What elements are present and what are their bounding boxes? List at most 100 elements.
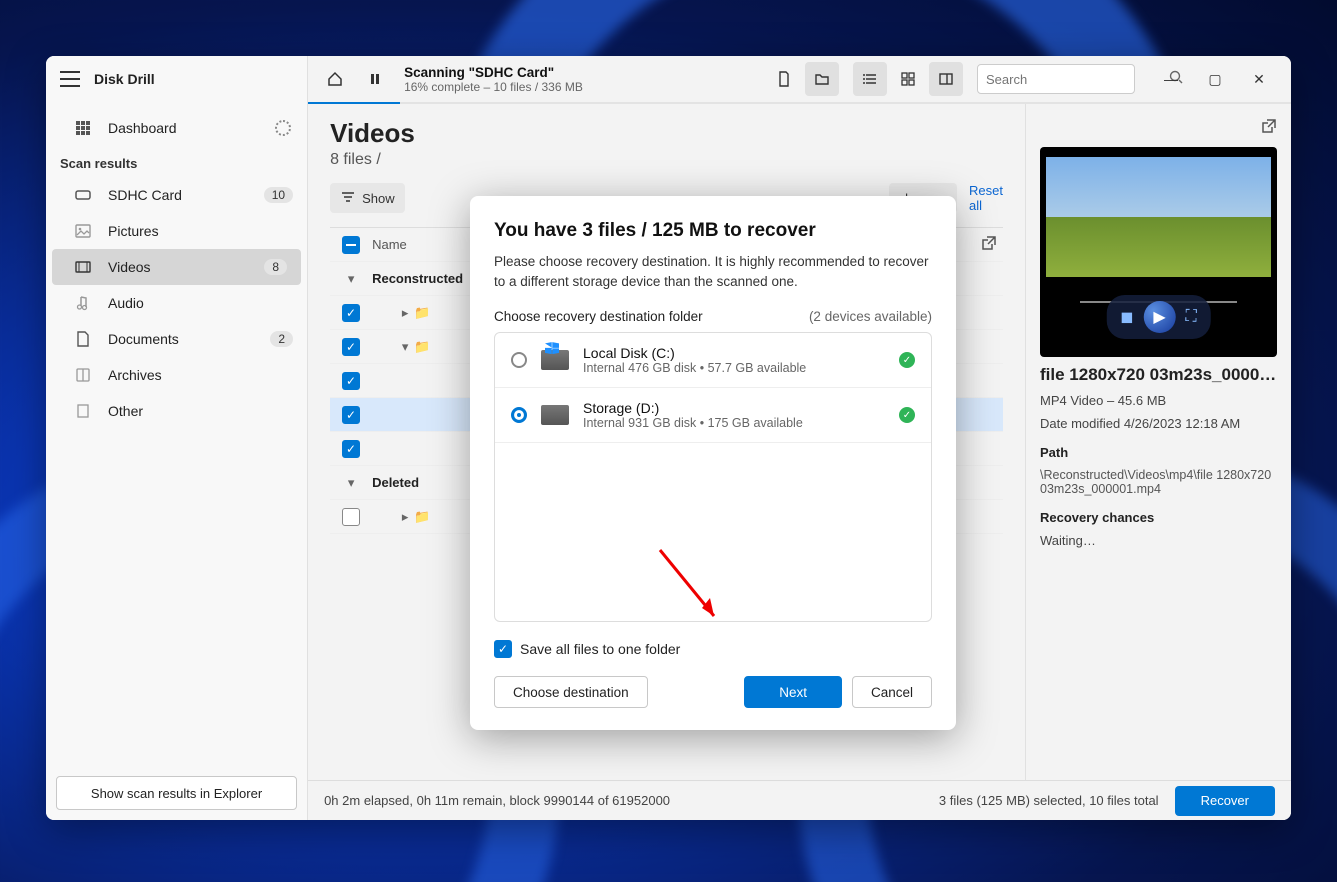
row-checkbox[interactable]: [342, 406, 360, 424]
sidebar-footer: Show scan results in Explorer: [46, 766, 307, 820]
minimize-button[interactable]: —: [1149, 62, 1193, 96]
popout-icon[interactable]: [1261, 118, 1277, 139]
row-checkbox[interactable]: [342, 372, 360, 390]
status-right: 3 files (125 MB) selected, 10 files tota…: [939, 793, 1159, 808]
sidebar-item-pictures[interactable]: Pictures: [46, 213, 307, 249]
open-external-icon[interactable]: [979, 235, 1003, 254]
row-checkbox[interactable]: [342, 440, 360, 458]
scan-status: Scanning "SDHC Card" 16% complete – 10 f…: [404, 65, 583, 94]
sidebar-item-videos[interactable]: Videos 8: [52, 249, 301, 285]
chances-value: Waiting…: [1040, 533, 1277, 548]
cancel-button[interactable]: Cancel: [852, 676, 932, 708]
chevron-down-icon[interactable]: ▾: [342, 271, 360, 287]
device-name: Local Disk (C:): [583, 345, 885, 361]
spinner-icon: [275, 120, 291, 136]
disk-icon: [541, 405, 569, 425]
app-title: Disk Drill: [94, 71, 155, 87]
next-button[interactable]: Next: [744, 676, 842, 708]
sidebar-group-label: Scan results: [46, 146, 307, 177]
count-badge: 8: [264, 259, 287, 275]
page-title: Videos: [330, 118, 1003, 149]
count-badge: 10: [264, 187, 293, 203]
picture-icon: [74, 222, 92, 240]
device-name: Storage (D:): [583, 400, 885, 416]
folder-icon: 📁: [414, 509, 430, 525]
sidebar-header: Disk Drill: [46, 56, 307, 102]
list-view-button[interactable]: [853, 62, 887, 96]
grid-icon: [74, 119, 92, 137]
chevron-right-icon[interactable]: ▸: [396, 305, 414, 321]
grid-view-button[interactable]: [891, 62, 925, 96]
app-window: Disk Drill Dashboard Scan results SDHC C…: [46, 56, 1291, 820]
choose-destination-button[interactable]: Choose destination: [494, 676, 648, 708]
scan-title: Scanning "SDHC Card": [404, 65, 583, 80]
sidebar-item-audio[interactable]: Audio: [46, 285, 307, 321]
scan-subtitle: 16% complete – 10 files / 336 MB: [404, 80, 583, 94]
audio-icon: [74, 294, 92, 312]
status-bar: 0h 2m elapsed, 0h 11m remain, block 9990…: [308, 780, 1291, 820]
show-filter-button[interactable]: Show: [330, 183, 405, 213]
choose-folder-label: Choose recovery destination folder: [494, 309, 703, 324]
radio-button[interactable]: [511, 352, 527, 368]
recovery-destination-modal: You have 3 files / 125 MB to recover Ple…: [470, 196, 956, 730]
home-button[interactable]: [318, 62, 352, 96]
file-view-button[interactable]: [767, 62, 801, 96]
sidebar-item-sdhc-card[interactable]: SDHC Card 10: [46, 177, 307, 213]
fullscreen-icon[interactable]: ⛶: [1186, 308, 1197, 326]
sidebar-item-archives[interactable]: Archives: [46, 357, 307, 393]
pause-button[interactable]: [358, 62, 392, 96]
preview-date: Date modified 4/26/2023 12:18 AM: [1040, 416, 1277, 431]
chevron-right-icon[interactable]: ▾: [396, 339, 414, 355]
save-all-label: Save all files to one folder: [520, 641, 680, 657]
device-list: Local Disk (C:) Internal 476 GB disk • 5…: [494, 332, 932, 622]
device-meta: Internal 931 GB disk • 175 GB available: [583, 416, 885, 430]
chevron-down-icon[interactable]: ▾: [342, 475, 360, 491]
sidebar-item-dashboard[interactable]: Dashboard: [46, 110, 307, 146]
recover-button[interactable]: Recover: [1175, 786, 1275, 816]
page-subtitle: 8 files /: [330, 151, 1003, 169]
device-row-storage-d[interactable]: Storage (D:) Internal 931 GB disk • 175 …: [495, 388, 931, 443]
sidebar-item-label: Other: [108, 403, 143, 419]
hamburger-icon[interactable]: [60, 69, 80, 89]
drive-icon: [74, 186, 92, 204]
device-row-local-c[interactable]: Local Disk (C:) Internal 476 GB disk • 5…: [495, 333, 931, 388]
reset-all-link[interactable]: Reset all: [969, 183, 1003, 213]
sidebar-item-label: Dashboard: [108, 120, 177, 136]
radio-button[interactable]: [511, 407, 527, 423]
stop-icon[interactable]: ◼: [1120, 307, 1133, 327]
preview-filename: file 1280x720 03m23s_0000…: [1040, 365, 1277, 385]
sidebar-item-label: Audio: [108, 295, 144, 311]
row-checkbox[interactable]: [342, 338, 360, 356]
save-all-checkbox[interactable]: [494, 640, 512, 658]
modal-description: Please choose recovery destination. It i…: [494, 252, 932, 291]
close-button[interactable]: ✕: [1237, 62, 1281, 96]
ok-badge-icon: ✓: [899, 407, 915, 423]
sidebar-item-other[interactable]: Other: [46, 393, 307, 429]
devices-available-label: (2 devices available): [809, 309, 932, 324]
search-input[interactable]: [986, 72, 1162, 87]
folder-icon: 📁: [414, 305, 430, 321]
sidebar-item-documents[interactable]: Documents 2: [46, 321, 307, 357]
preview-panel-button[interactable]: [929, 62, 963, 96]
sidebar-item-label: SDHC Card: [108, 187, 182, 203]
chances-label: Recovery chances: [1040, 510, 1277, 525]
video-icon: [74, 258, 92, 276]
topbar: Scanning "SDHC Card" 16% complete – 10 f…: [308, 56, 1291, 104]
row-checkbox[interactable]: [342, 304, 360, 322]
search-box[interactable]: [977, 64, 1135, 94]
chevron-right-icon[interactable]: ▸: [396, 509, 414, 525]
sidebar: Disk Drill Dashboard Scan results SDHC C…: [46, 56, 308, 820]
folder-view-button[interactable]: [805, 62, 839, 96]
maximize-button[interactable]: ▢: [1193, 62, 1237, 96]
document-icon: [74, 330, 92, 348]
video-preview[interactable]: ◼ ▶ ⛶: [1040, 147, 1277, 357]
preview-meta: MP4 Video – 45.6 MB: [1040, 393, 1277, 408]
modal-title: You have 3 files / 125 MB to recover: [494, 220, 932, 242]
sidebar-item-label: Pictures: [108, 223, 159, 239]
preview-panel: ◼ ▶ ⛶ file 1280x720 03m23s_0000… MP4 Vid…: [1025, 104, 1291, 780]
play-button[interactable]: ▶: [1144, 301, 1176, 333]
select-all-checkbox[interactable]: [342, 236, 360, 254]
show-in-explorer-button[interactable]: Show scan results in Explorer: [56, 776, 297, 810]
window-controls: — ▢ ✕: [1149, 62, 1281, 96]
row-checkbox[interactable]: [342, 508, 360, 526]
